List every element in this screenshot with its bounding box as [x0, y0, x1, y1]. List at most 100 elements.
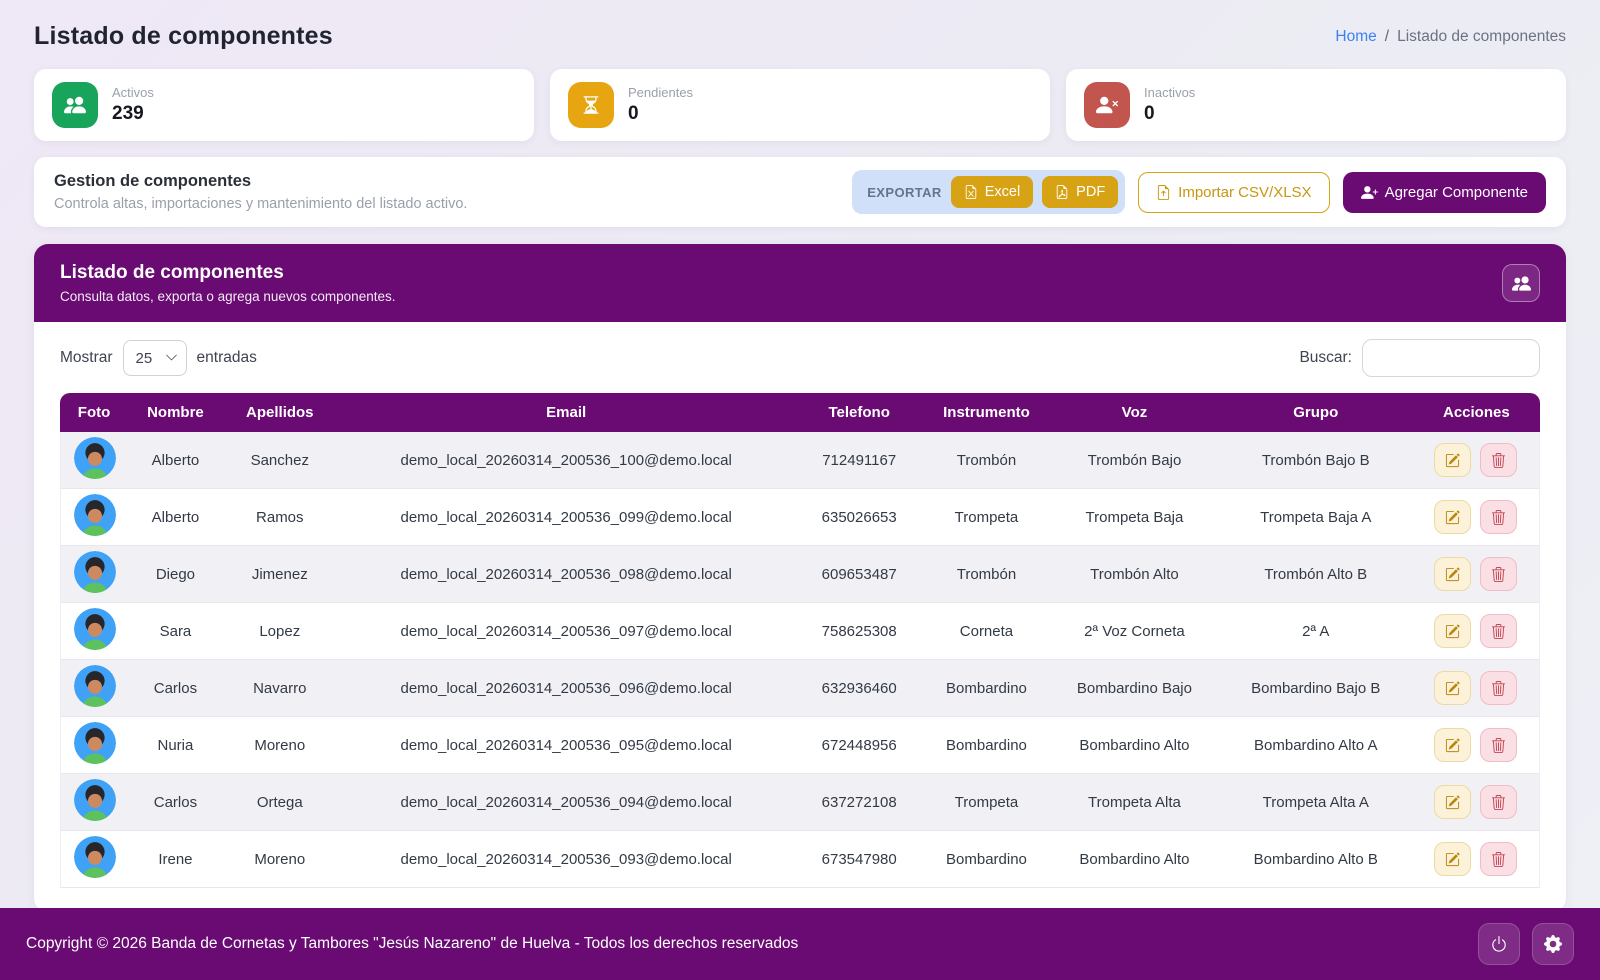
page-title: Listado de componentes — [34, 22, 333, 51]
copyright-text: Copyright © 2026 Banda de Cornetas y Tam… — [26, 935, 798, 953]
gear-icon — [1544, 935, 1562, 953]
management-title: Gestion de componentes — [54, 172, 467, 191]
cell-nombre: Irene — [128, 831, 223, 888]
cell-acciones — [1413, 546, 1540, 603]
cell-instrumento: Trompeta — [923, 489, 1050, 546]
page-size-select[interactable]: 25 — [123, 340, 187, 376]
edit-button[interactable] — [1434, 443, 1471, 477]
settings-button[interactable] — [1532, 923, 1574, 965]
table-row: Alberto Ramos demo_local_20260314_200536… — [60, 489, 1540, 546]
cell-email: demo_local_20260314_200536_095@demo.loca… — [337, 717, 796, 774]
cell-apellidos: Moreno — [223, 831, 337, 888]
cell-telefono: 609653487 — [796, 546, 923, 603]
cell-acciones — [1413, 774, 1540, 831]
panel-people-button[interactable] — [1502, 264, 1540, 302]
cell-apellidos: Jimenez — [223, 546, 337, 603]
trash-icon — [1491, 453, 1506, 468]
delete-button[interactable] — [1480, 728, 1517, 762]
header-acciones: Acciones — [1413, 393, 1540, 432]
delete-button[interactable] — [1480, 557, 1517, 591]
delete-button[interactable] — [1480, 842, 1517, 876]
cell-apellidos: Navarro — [223, 660, 337, 717]
cell-nombre: Nuria — [128, 717, 223, 774]
cell-acciones — [1413, 489, 1540, 546]
cell-acciones — [1413, 432, 1540, 489]
delete-button[interactable] — [1480, 614, 1517, 648]
file-upload-icon — [1156, 185, 1171, 200]
trash-icon — [1491, 852, 1506, 867]
header-grupo: Grupo — [1219, 393, 1413, 432]
edit-button[interactable] — [1434, 728, 1471, 762]
cell-acciones — [1413, 660, 1540, 717]
delete-button[interactable] — [1480, 785, 1517, 819]
footer: Copyright © 2026 Banda de Cornetas y Tam… — [0, 908, 1600, 980]
cell-email: demo_local_20260314_200536_099@demo.loca… — [337, 489, 796, 546]
cell-grupo: Trombón Alto B — [1219, 546, 1413, 603]
delete-button[interactable] — [1480, 443, 1517, 477]
trash-icon — [1491, 567, 1506, 582]
trash-icon — [1491, 795, 1506, 810]
edit-button[interactable] — [1434, 500, 1471, 534]
cell-foto — [60, 831, 128, 888]
cell-nombre: Alberto — [128, 432, 223, 489]
table-row: Carlos Navarro demo_local_20260314_20053… — [60, 660, 1540, 717]
hourglass-icon — [568, 82, 614, 128]
cell-grupo: Bombardino Alto B — [1219, 831, 1413, 888]
table-row: Irene Moreno demo_local_20260314_200536_… — [60, 831, 1540, 888]
cell-grupo: Trompeta Baja A — [1219, 489, 1413, 546]
stat-card-inactivos: Inactivos 0 — [1066, 69, 1566, 141]
stat-value: 0 — [1144, 103, 1195, 125]
edit-button[interactable] — [1434, 557, 1471, 591]
delete-button[interactable] — [1480, 500, 1517, 534]
table-row: Alberto Sanchez demo_local_20260314_2005… — [60, 432, 1540, 489]
delete-button[interactable] — [1480, 671, 1517, 705]
breadcrumb-home-link[interactable]: Home — [1335, 28, 1376, 46]
table-controls: Mostrar 25 entradas Buscar: — [60, 339, 1540, 377]
stat-label: Inactivos — [1144, 85, 1195, 100]
edit-button[interactable] — [1434, 671, 1471, 705]
cell-telefono: 637272108 — [796, 774, 923, 831]
cell-foto — [60, 432, 128, 489]
cell-apellidos: Ramos — [223, 489, 337, 546]
cell-telefono: 632936460 — [796, 660, 923, 717]
cell-grupo: Bombardino Bajo B — [1219, 660, 1413, 717]
cell-email: demo_local_20260314_200536_100@demo.loca… — [337, 432, 796, 489]
cell-voz: 2ª Voz Corneta — [1050, 603, 1219, 660]
edit-button[interactable] — [1434, 785, 1471, 819]
pencil-square-icon — [1445, 453, 1460, 468]
header-instrumento: Instrumento — [923, 393, 1050, 432]
edit-button[interactable] — [1434, 842, 1471, 876]
import-csv-button[interactable]: Importar CSV/XLSX — [1138, 172, 1329, 213]
table-row: Diego Jimenez demo_local_20260314_200536… — [60, 546, 1540, 603]
cell-foto — [60, 489, 128, 546]
logout-button[interactable] — [1478, 923, 1520, 965]
trash-icon — [1491, 738, 1506, 753]
cell-nombre: Carlos — [128, 774, 223, 831]
avatar — [74, 836, 116, 878]
cell-email: demo_local_20260314_200536_093@demo.loca… — [337, 831, 796, 888]
cell-email: demo_local_20260314_200536_098@demo.loca… — [337, 546, 796, 603]
avatar — [74, 437, 116, 479]
header-telefono: Telefono — [796, 393, 923, 432]
cell-foto — [60, 717, 128, 774]
cell-apellidos: Ortega — [223, 774, 337, 831]
person-plus-icon — [1361, 184, 1378, 201]
topbar: Listado de componentes Home / Listado de… — [0, 0, 1600, 65]
cell-voz: Bombardino Alto — [1050, 717, 1219, 774]
cell-telefono: 673547980 — [796, 831, 923, 888]
add-component-button[interactable]: Agregar Componente — [1343, 172, 1546, 213]
cell-grupo: Trompeta Alta A — [1219, 774, 1413, 831]
cell-nombre: Alberto — [128, 489, 223, 546]
search-input[interactable] — [1362, 339, 1540, 377]
cell-voz: Bombardino Bajo — [1050, 660, 1219, 717]
header-voz: Voz — [1050, 393, 1219, 432]
table-header-row: Foto Nombre Apellidos Email Telefono Ins… — [60, 393, 1540, 432]
export-excel-button[interactable]: Excel — [951, 176, 1033, 208]
cell-instrumento: Bombardino — [923, 660, 1050, 717]
add-component-label: Agregar Componente — [1385, 184, 1528, 201]
cell-foto — [60, 660, 128, 717]
export-pdf-button[interactable]: PDF — [1042, 176, 1118, 208]
breadcrumb-current: Listado de componentes — [1397, 28, 1566, 46]
pencil-square-icon — [1445, 681, 1460, 696]
edit-button[interactable] — [1434, 614, 1471, 648]
